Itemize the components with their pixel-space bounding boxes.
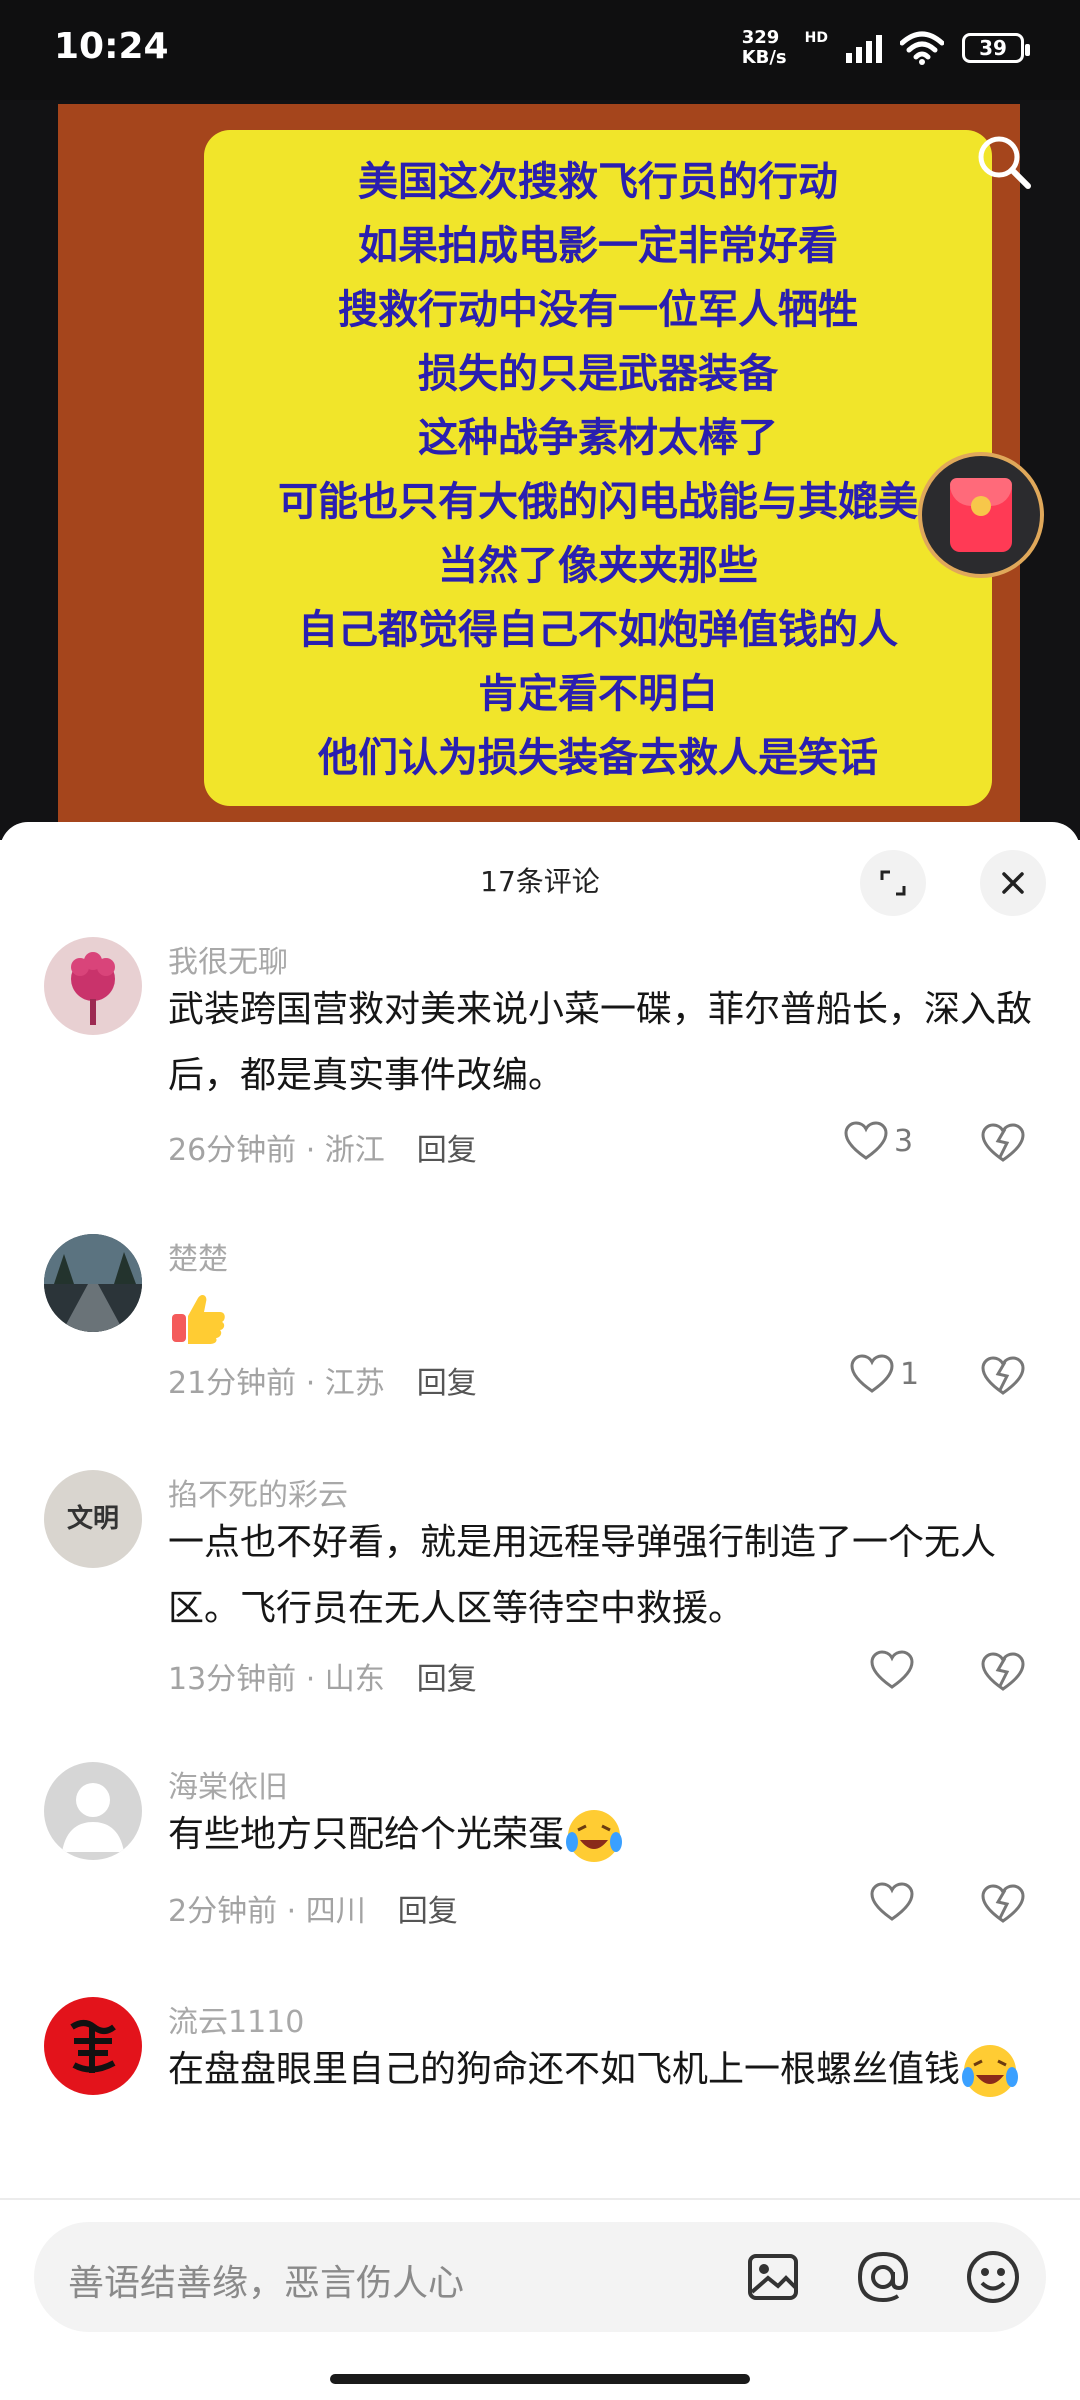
comment-input[interactable]: 善语结善缘，恶言伤人心: [34, 2222, 1046, 2332]
avatar[interactable]: 文明: [44, 1470, 142, 1568]
comment-time: 2分钟前: [168, 1894, 278, 1929]
comment-meta: 21分钟前 · 江苏 回复: [168, 1366, 477, 1401]
crying-laughing-emoji-icon: [566, 1810, 623, 1862]
thumbs-up-emoji-icon: [172, 1295, 225, 1344]
poster-line: 美国这次搜救飞行员的行动: [358, 159, 838, 205]
dislike-icon[interactable]: [980, 1123, 1026, 1163]
comment-meta: 2分钟前 · 四川 回复: [168, 1894, 458, 1929]
poster-line: 当然了像夹夹那些: [438, 543, 758, 589]
heart-icon: [870, 1882, 914, 1921]
input-divider: [0, 2198, 1080, 2200]
hd-label: HD: [804, 30, 828, 46]
status-bar: 10:24 329 KB/s HD 39: [0, 0, 1080, 100]
default-avatar-icon: [62, 1783, 124, 1852]
avatar[interactable]: [44, 937, 142, 1035]
comment-time: 13分钟前: [168, 1662, 297, 1697]
avatar[interactable]: [44, 1997, 142, 2095]
like-button[interactable]: 3: [844, 1121, 913, 1161]
comment-location: 浙江: [324, 1133, 385, 1168]
poster-card: 美国这次搜救飞行员的行动 如果拍成电影一定非常好看 搜救行动中没有一位军人牺牲 …: [204, 130, 992, 806]
close-icon: [1002, 872, 1024, 894]
network-speed-value: 329: [741, 27, 780, 48]
comment-meta: 26分钟前 · 浙江 回复: [168, 1133, 477, 1168]
like-button[interactable]: 1: [850, 1354, 919, 1394]
comment-input-placeholder: 善语结善缘，恶言伤人心: [68, 2263, 465, 2304]
avatar[interactable]: [44, 1234, 142, 1332]
network-speed: 329 KB/s: [742, 28, 787, 68]
comment-username[interactable]: 海棠依旧: [168, 1762, 288, 1806]
expand-button[interactable]: [860, 850, 926, 916]
clock: 10:24: [54, 26, 169, 67]
emoji-icon[interactable]: [964, 2248, 1022, 2306]
comment-text: [168, 1284, 1038, 1350]
poster-line: 搜救行动中没有一位军人牺牲: [338, 287, 858, 333]
poster-line: 损失的只是武器装备: [418, 351, 778, 397]
poster-line: 如果拍成电影一定非常好看: [358, 223, 838, 269]
red-packet-icon: [950, 478, 1012, 552]
home-indicator[interactable]: [330, 2374, 750, 2384]
network-speed-unit: KB/s: [741, 47, 787, 68]
comments-sheet: 17条评论 我很无聊 武装跨国营救对美来说小菜一碟，菲尔普船长，深入敌后，都是真…: [0, 822, 1080, 2400]
fortune-character-avatar-icon: [70, 2020, 116, 2073]
battery-level: 39: [979, 36, 1007, 60]
comment-username[interactable]: 楚楚: [168, 1234, 228, 1278]
like-count: 3: [894, 1123, 914, 1159]
poster-line: 自己都觉得自己不如炮弹值钱的人: [298, 607, 898, 653]
expand-icon: [880, 870, 906, 896]
mention-icon[interactable]: [854, 2248, 912, 2306]
crying-laughing-emoji-icon: [962, 2045, 1019, 2097]
comment-time: 26分钟前: [168, 1133, 297, 1168]
road-avatar-icon: [44, 1234, 142, 1332]
signal-icon: [846, 33, 882, 63]
reply-button[interactable]: 回复: [417, 1662, 477, 1697]
avatar[interactable]: [44, 1762, 142, 1860]
poster-line: 肯定看不明白: [478, 671, 718, 717]
comment-text: 一点也不好看，就是用远程导弹强行制造了一个无人区。飞行员在无人区等待空中救援。: [168, 1522, 997, 1629]
video-frame: 美国这次搜救飞行员的行动 如果拍成电影一定非常好看 搜救行动中没有一位军人牺牲 …: [58, 104, 1020, 864]
wifi-icon: [900, 31, 944, 65]
status-icons: 329 KB/s HD 39: [742, 28, 1030, 68]
image-icon[interactable]: [744, 2248, 802, 2306]
dislike-icon[interactable]: [980, 1884, 1026, 1924]
heart-icon: [850, 1354, 894, 1393]
heart-icon: [844, 1121, 888, 1160]
battery-icon: 39: [962, 33, 1030, 63]
comment-username[interactable]: 掐不死的彩云: [168, 1470, 348, 1514]
search-icon[interactable]: [972, 130, 1036, 194]
comment-location: 山东: [324, 1662, 385, 1697]
comment-location: 四川: [305, 1894, 366, 1929]
comment-text: 武装跨国营救对美来说小菜一碟，菲尔普船长，深入敌后，都是真实事件改编。: [168, 989, 1033, 1096]
poster-text: 美国这次搜救飞行员的行动 如果拍成电影一定非常好看 搜救行动中没有一位军人牺牲 …: [204, 150, 992, 790]
comment-text-body: 有些地方只配给个光荣蛋: [168, 1814, 565, 1855]
comment-location: 江苏: [324, 1366, 385, 1401]
poster-line: 这种战争素材太棒了: [418, 415, 778, 461]
avatar-text: 文明: [66, 1504, 119, 1534]
comment-text: 有些地方只配给个光荣蛋: [168, 1802, 1038, 1868]
comment-username[interactable]: 我很无聊: [168, 937, 288, 981]
comment-username[interactable]: 流云1110: [168, 1997, 304, 2041]
like-button[interactable]: [870, 1650, 920, 1690]
reply-button[interactable]: 回复: [417, 1366, 477, 1401]
comment-text-body: 在盘盘眼里自己的狗命还不如飞机上一根螺丝值钱: [168, 2049, 961, 2090]
poster-line: 可能也只有大俄的闪电战能与其媲美: [278, 479, 918, 525]
close-button[interactable]: [980, 850, 1046, 916]
video-player[interactable]: 美国这次搜救飞行员的行动 如果拍成电影一定非常好看 搜救行动中没有一位军人牺牲 …: [0, 100, 1080, 864]
heart-icon: [870, 1650, 914, 1689]
flower-avatar-icon: [71, 952, 115, 1025]
comment-meta: 13分钟前 · 山东 回复: [168, 1662, 477, 1697]
reply-button[interactable]: 回复: [417, 1133, 477, 1168]
comment-time: 21分钟前: [168, 1366, 297, 1401]
poster-line: 他们认为损失装备去救人是笑话: [318, 735, 878, 781]
like-count: 1: [900, 1356, 920, 1392]
reply-button[interactable]: 回复: [398, 1894, 458, 1929]
comment-text: 在盘盘眼里自己的狗命还不如飞机上一根螺丝值钱: [168, 2037, 1038, 2103]
red-packet-button[interactable]: [918, 452, 1044, 578]
dislike-icon[interactable]: [980, 1652, 1026, 1692]
dislike-icon[interactable]: [980, 1356, 1026, 1396]
like-button[interactable]: [870, 1882, 920, 1922]
